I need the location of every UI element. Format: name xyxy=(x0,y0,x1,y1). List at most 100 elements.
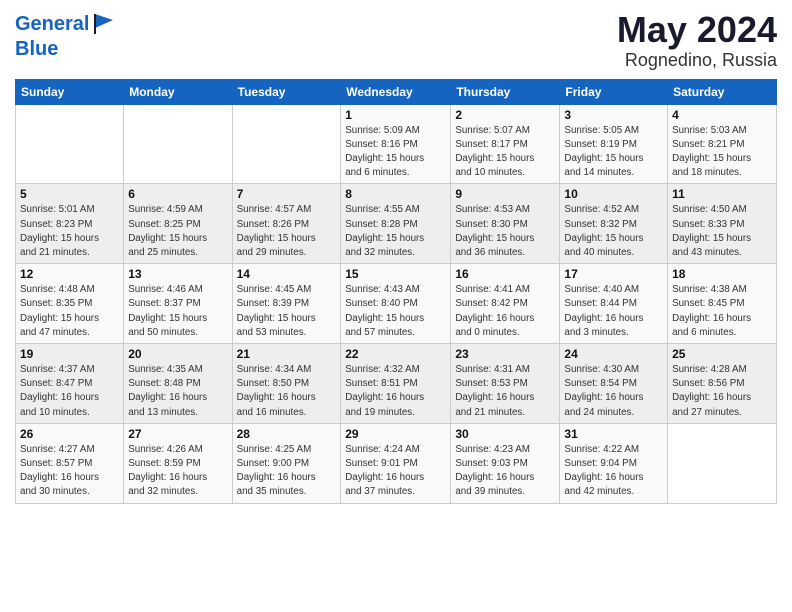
calendar-table: Sunday Monday Tuesday Wednesday Thursday… xyxy=(15,79,777,504)
day-info: Sunrise: 4:45 AMSunset: 8:39 PMDaylight:… xyxy=(237,283,337,340)
cell-3-0: 19Sunrise: 4:37 AMSunset: 8:47 PMDayligh… xyxy=(16,344,124,424)
cell-1-0: 5 Sunrise: 5:01 AMSunset: 8:23 PMDaylight… xyxy=(16,184,124,264)
day-info: Sunrise: 4:46 AMSunset: 8:37 PMDaylight:… xyxy=(128,283,227,340)
cell-1-5: 10 Sunrise: 4:52 AMSunset: 8:32 PMDayligh… xyxy=(560,184,668,264)
day-number: 27 xyxy=(128,427,227,441)
day-info: Sunrise: 4:55 AMSunset: 8:28 PMDaylight:… xyxy=(345,203,446,260)
day-number: 17 xyxy=(564,267,663,281)
day-info: Sunrise: 4:48 AMSunset: 8:35 PMDaylight:… xyxy=(20,283,119,340)
week-row-3: 12 Sunrise: 4:48 AMSunset: 8:35 PMDayligh… xyxy=(16,264,777,344)
day-info: Sunrise: 4:22 AMSunset: 9:04 PMDaylight:… xyxy=(564,443,663,500)
cell-0-3: 1Sunrise: 5:09 AMSunset: 8:16 PMDaylight… xyxy=(341,104,451,184)
day-info: Sunrise: 4:28 AMSunset: 8:56 PMDaylight:… xyxy=(672,363,772,420)
header: General Blue May 2024 Rognedino, Russia xyxy=(15,10,777,71)
day-info: Sunrise: 4:25 AMSunset: 9:00 PMDaylight:… xyxy=(237,443,337,500)
day-number: 18 xyxy=(672,267,772,281)
cell-4-1: 27 Sunrise: 4:26 AMSunset: 8:59 PMDayligh… xyxy=(124,423,232,503)
col-tuesday: Tuesday xyxy=(232,79,341,104)
cell-0-1 xyxy=(124,104,232,184)
cell-0-0 xyxy=(16,104,124,184)
cell-3-6: 25 Sunrise: 4:28 AMSunset: 8:56 PMDayligh… xyxy=(668,344,777,424)
day-info: Sunrise: 4:35 AMSunset: 8:48 PMDaylight:… xyxy=(128,363,227,420)
day-info: Sunrise: 5:09 AMSunset: 8:16 PMDaylight:… xyxy=(345,124,446,181)
day-info: Sunrise: 4:52 AMSunset: 8:32 PMDaylight:… xyxy=(564,203,663,260)
day-number: 13 xyxy=(128,267,227,281)
cell-4-2: 28 Sunrise: 4:25 AMSunset: 9:00 PMDayligh… xyxy=(232,423,341,503)
day-number: 3 xyxy=(564,108,663,122)
cell-2-0: 12 Sunrise: 4:48 AMSunset: 8:35 PMDayligh… xyxy=(16,264,124,344)
day-number: 29 xyxy=(345,427,446,441)
cell-2-6: 18 Sunrise: 4:38 AMSunset: 8:45 PMDayligh… xyxy=(668,264,777,344)
day-number: 24 xyxy=(564,347,663,361)
day-info: Sunrise: 4:57 AMSunset: 8:26 PMDaylight:… xyxy=(237,203,337,260)
day-info: Sunrise: 4:34 AMSunset: 8:50 PMDaylight:… xyxy=(237,363,337,420)
cell-2-2: 14 Sunrise: 4:45 AMSunset: 8:39 PMDayligh… xyxy=(232,264,341,344)
cell-3-3: 22 Sunrise: 4:32 AMSunset: 8:51 PMDayligh… xyxy=(341,344,451,424)
cell-4-5: 31 Sunrise: 4:22 AMSunset: 9:04 PMDayligh… xyxy=(560,423,668,503)
day-number: 25 xyxy=(672,347,772,361)
day-number: 14 xyxy=(237,267,337,281)
cell-0-6: 4Sunrise: 5:03 AMSunset: 8:21 PMDaylight… xyxy=(668,104,777,184)
week-row-4: 19Sunrise: 4:37 AMSunset: 8:47 PMDayligh… xyxy=(16,344,777,424)
cell-4-0: 26Sunrise: 4:27 AMSunset: 8:57 PMDayligh… xyxy=(16,423,124,503)
day-info: Sunrise: 4:53 AMSunset: 8:30 PMDaylight:… xyxy=(455,203,555,260)
day-info: Sunrise: 4:43 AMSunset: 8:40 PMDaylight:… xyxy=(345,283,446,340)
day-number: 9 xyxy=(455,187,555,201)
day-number: 30 xyxy=(455,427,555,441)
month-title: May 2024 xyxy=(617,10,777,50)
day-info: Sunrise: 4:32 AMSunset: 8:51 PMDaylight:… xyxy=(345,363,446,420)
day-info: Sunrise: 4:38 AMSunset: 8:45 PMDaylight:… xyxy=(672,283,772,340)
cell-2-4: 16Sunrise: 4:41 AMSunset: 8:42 PMDayligh… xyxy=(451,264,560,344)
day-number: 21 xyxy=(237,347,337,361)
day-info: Sunrise: 4:30 AMSunset: 8:54 PMDaylight:… xyxy=(564,363,663,420)
day-number: 22 xyxy=(345,347,446,361)
day-number: 31 xyxy=(564,427,663,441)
day-number: 15 xyxy=(345,267,446,281)
logo-icon xyxy=(91,10,119,38)
day-info: Sunrise: 4:26 AMSunset: 8:59 PMDaylight:… xyxy=(128,443,227,500)
day-number: 2 xyxy=(455,108,555,122)
day-info: Sunrise: 4:31 AMSunset: 8:53 PMDaylight:… xyxy=(455,363,555,420)
calendar-header-row: Sunday Monday Tuesday Wednesday Thursday… xyxy=(16,79,777,104)
day-info: Sunrise: 4:24 AMSunset: 9:01 PMDaylight:… xyxy=(345,443,446,500)
cell-0-2 xyxy=(232,104,341,184)
day-info: Sunrise: 4:41 AMSunset: 8:42 PMDaylight:… xyxy=(455,283,555,340)
day-number: 7 xyxy=(237,187,337,201)
cell-0-5: 3 Sunrise: 5:05 AMSunset: 8:19 PMDaylight… xyxy=(560,104,668,184)
day-info: Sunrise: 5:05 AMSunset: 8:19 PMDaylight:… xyxy=(564,124,663,181)
cell-1-6: 11 Sunrise: 4:50 AMSunset: 8:33 PMDayligh… xyxy=(668,184,777,264)
day-info: Sunrise: 5:01 AMSunset: 8:23 PMDaylight:… xyxy=(20,203,119,260)
title-block: May 2024 Rognedino, Russia xyxy=(617,10,777,71)
day-number: 5 xyxy=(20,187,119,201)
cell-2-3: 15 Sunrise: 4:43 AMSunset: 8:40 PMDayligh… xyxy=(341,264,451,344)
col-wednesday: Wednesday xyxy=(341,79,451,104)
cell-1-4: 9 Sunrise: 4:53 AMSunset: 8:30 PMDaylight… xyxy=(451,184,560,264)
cell-0-4: 2 Sunrise: 5:07 AMSunset: 8:17 PMDaylight… xyxy=(451,104,560,184)
cell-1-1: 6 Sunrise: 4:59 AMSunset: 8:25 PMDaylight… xyxy=(124,184,232,264)
col-sunday: Sunday xyxy=(16,79,124,104)
cell-4-3: 29 Sunrise: 4:24 AMSunset: 9:01 PMDayligh… xyxy=(341,423,451,503)
day-number: 10 xyxy=(564,187,663,201)
day-info: Sunrise: 4:59 AMSunset: 8:25 PMDaylight:… xyxy=(128,203,227,260)
cell-1-2: 7 Sunrise: 4:57 AMSunset: 8:26 PMDaylight… xyxy=(232,184,341,264)
day-number: 12 xyxy=(20,267,119,281)
col-thursday: Thursday xyxy=(451,79,560,104)
day-number: 11 xyxy=(672,187,772,201)
cell-2-5: 17 Sunrise: 4:40 AMSunset: 8:44 PMDayligh… xyxy=(560,264,668,344)
day-info: Sunrise: 4:37 AMSunset: 8:47 PMDaylight:… xyxy=(20,363,119,420)
week-row-1: 1Sunrise: 5:09 AMSunset: 8:16 PMDaylight… xyxy=(16,104,777,184)
day-info: Sunrise: 4:27 AMSunset: 8:57 PMDaylight:… xyxy=(20,443,119,500)
cell-4-6 xyxy=(668,423,777,503)
day-info: Sunrise: 4:23 AMSunset: 9:03 PMDaylight:… xyxy=(455,443,555,500)
day-info: Sunrise: 4:40 AMSunset: 8:44 PMDaylight:… xyxy=(564,283,663,340)
cell-3-2: 21 Sunrise: 4:34 AMSunset: 8:50 PMDayligh… xyxy=(232,344,341,424)
day-number: 28 xyxy=(237,427,337,441)
day-number: 20 xyxy=(128,347,227,361)
cell-1-3: 8 Sunrise: 4:55 AMSunset: 8:28 PMDaylight… xyxy=(341,184,451,264)
day-number: 6 xyxy=(128,187,227,201)
day-number: 8 xyxy=(345,187,446,201)
day-info: Sunrise: 4:50 AMSunset: 8:33 PMDaylight:… xyxy=(672,203,772,260)
day-number: 4 xyxy=(672,108,772,122)
logo: General Blue xyxy=(15,10,119,60)
day-info: Sunrise: 5:07 AMSunset: 8:17 PMDaylight:… xyxy=(455,124,555,181)
